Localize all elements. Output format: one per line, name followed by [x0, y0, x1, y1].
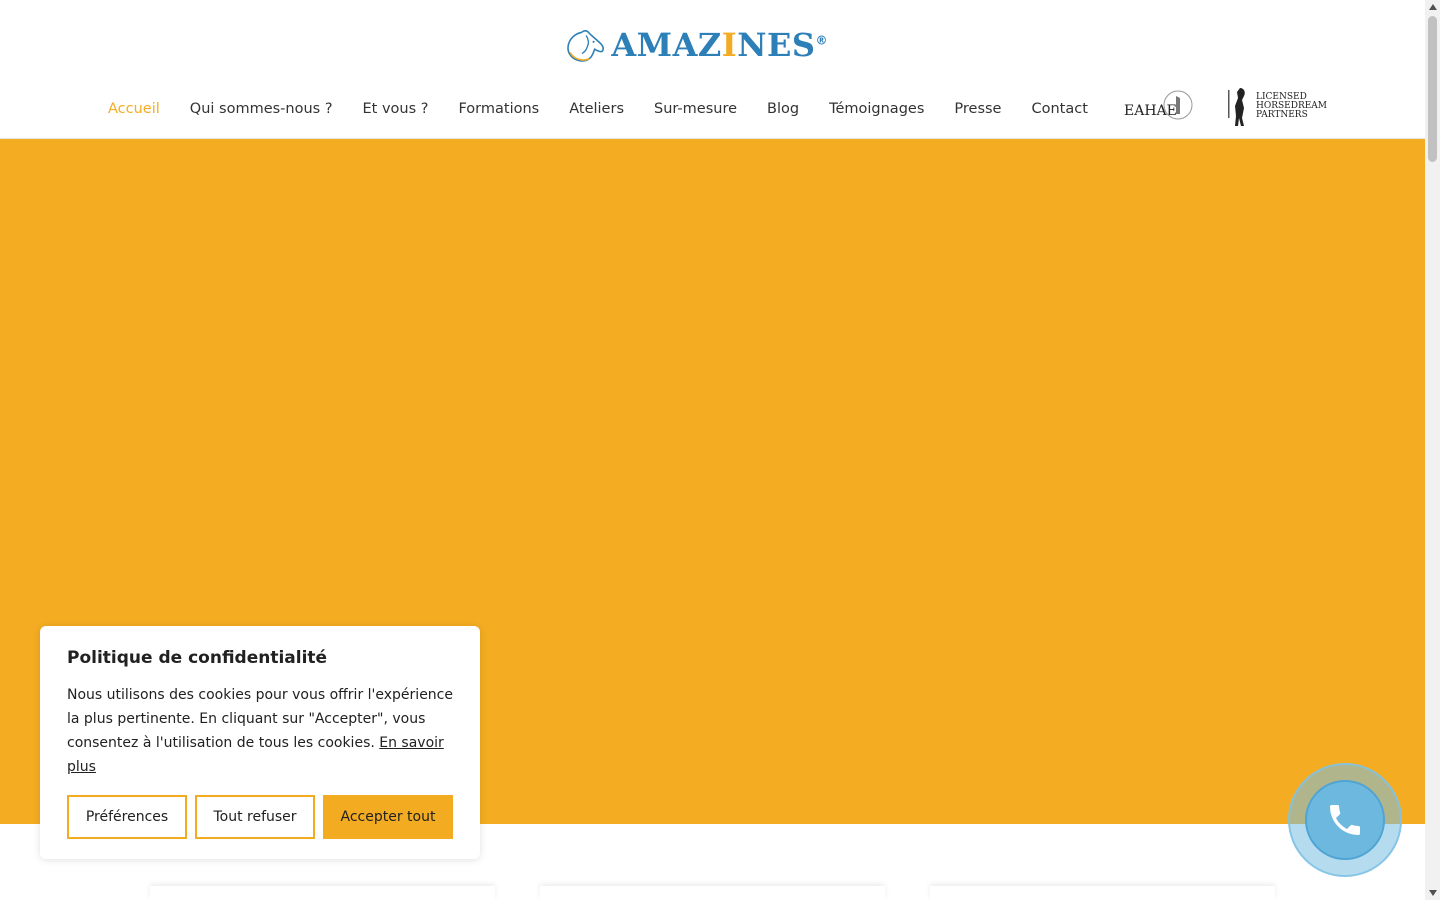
- horsedream-badge-text: LICENSED HORSEDREAM PARTNERS: [1256, 92, 1328, 120]
- nav-item-contact[interactable]: Contact: [1031, 101, 1087, 117]
- content-card: [150, 886, 495, 900]
- brand-name: AMAZINES®: [611, 26, 828, 64]
- preferences-button[interactable]: Préférences: [67, 795, 187, 839]
- eahae-badge[interactable]: EAHAE: [1122, 88, 1194, 124]
- content-card: [540, 886, 885, 900]
- scroll-up-arrow-icon[interactable]: [1425, 0, 1440, 14]
- nav-item-formations[interactable]: Formations: [458, 101, 539, 117]
- cookie-consent-dialog: Politique de confidentialité Nous utilis…: [40, 626, 480, 859]
- phone-icon: [1330, 805, 1360, 835]
- content-card: [930, 886, 1275, 900]
- brand-logo[interactable]: AMAZINES®: [566, 12, 828, 78]
- nav-item-presse[interactable]: Presse: [954, 101, 1001, 117]
- page: AMAZINES® Accueil Qui sommes-nous ? Et v…: [0, 0, 1440, 900]
- horsedream-badge[interactable]: LICENSED HORSEDREAM PARTNERS: [1226, 86, 1327, 128]
- eahae-seal-icon: [1163, 90, 1193, 120]
- cookie-text: Nous utilisons des cookies pour vous off…: [67, 683, 457, 779]
- scrollbar-thumb[interactable]: [1428, 16, 1437, 162]
- horse-silhouette-icon: [1228, 88, 1245, 126]
- site-header: AMAZINES® Accueil Qui sommes-nous ? Et v…: [0, 0, 1425, 139]
- horse-head-logo-icon: [567, 30, 604, 62]
- nav-item-qui-sommes-nous[interactable]: Qui sommes-nous ?: [190, 101, 333, 117]
- phone-call-button[interactable]: [1305, 780, 1385, 860]
- vertical-scrollbar[interactable]: [1425, 0, 1440, 900]
- cookie-title: Politique de confidentialité: [67, 648, 328, 668]
- nav-item-et-vous[interactable]: Et vous ?: [363, 101, 429, 117]
- nav-item-blog[interactable]: Blog: [767, 101, 799, 117]
- accept-all-button[interactable]: Accepter tout: [323, 795, 453, 839]
- main-nav: Accueil Qui sommes-nous ? Et vous ? Form…: [108, 99, 1118, 119]
- scroll-down-arrow-icon[interactable]: [1425, 886, 1440, 900]
- nav-item-sur-mesure[interactable]: Sur-mesure: [654, 101, 737, 117]
- nav-item-accueil[interactable]: Accueil: [108, 101, 160, 117]
- nav-item-temoignages[interactable]: Témoignages: [829, 101, 924, 117]
- nav-item-ateliers[interactable]: Ateliers: [569, 101, 624, 117]
- reject-all-button[interactable]: Tout refuser: [195, 795, 315, 839]
